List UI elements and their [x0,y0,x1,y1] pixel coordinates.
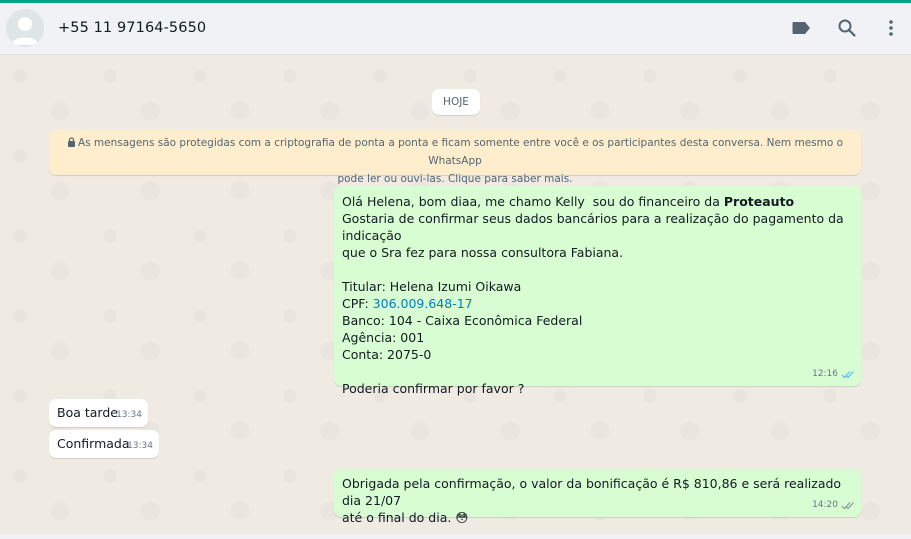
double-check-icon [841,502,854,510]
message-time: 13:34 [116,410,142,420]
encryption-notice[interactable]: As mensagens são protegidas com a cripto… [49,130,861,185]
message-bubble-incoming[interactable]: Boa tarde 13:34 [49,399,148,427]
encryption-notice-line1: As mensagens são protegidas com a cripto… [77,137,844,167]
cpf-label: CPF: [342,296,373,311]
message-bubble-outgoing[interactable]: Olá Helena, bom diaa, me chamo Kelly sou… [334,186,861,396]
avatar[interactable] [6,9,44,47]
flushed-emoji: 😳 [455,510,469,525]
message-text: Boa tarde [57,405,118,420]
message-line: até o final do dia. 😳 [342,509,853,526]
message-meta: 13:34 [116,407,142,424]
cpf-link[interactable]: 306.009.648-17 [373,296,473,311]
message-bubble-outgoing[interactable]: Obrigada pela confirmação, o valor da bo… [334,469,861,525]
message-meta: 14:20 [812,497,855,514]
search-button[interactable] [836,17,858,39]
chat-header: +55 11 97164-5650 [0,3,911,55]
search-icon [838,19,856,37]
lock-icon [67,137,75,147]
default-avatar-icon [6,9,44,47]
message-line: Obrigada pela confirmação, o valor da bo… [342,476,842,508]
message-line: Olá Helena, bom diaa, me chamo Kelly sou… [342,193,853,210]
composer-edge [0,534,911,539]
message-line: CPF: 306.009.648-17 [342,295,853,312]
message-bubble-incoming[interactable]: Confirmada 13:34 [49,430,159,458]
label-button[interactable] [791,17,813,39]
double-check-read-icon [841,371,854,379]
message-line: Gostaria de confirmar seus dados bancári… [342,211,844,243]
message-line: que o Sra fez para nossa consultora Fabi… [342,245,624,260]
message-time: 13:34 [127,441,153,451]
message-line: Agência: 001 [342,330,425,345]
label-icon [792,22,810,34]
message-text: Confirmada [57,436,130,451]
date-chip: HOJE [432,89,480,115]
menu-button[interactable] [880,17,902,39]
message-line: Poderia confirmar por favor ? [342,381,525,396]
message-time: 14:20 [812,500,838,510]
message-line: Banco: 104 - Caixa Econômica Federal [342,313,583,328]
message-meta: 12:16 [812,366,855,383]
message-time: 12:16 [812,369,838,379]
encryption-notice-line1-wrap: As mensagens são protegidas com a cripto… [49,134,861,170]
chat-panel[interactable]: HOJE As mensagens são protegidas com a c… [0,56,911,539]
message-meta: 13:34 [127,438,153,455]
message-text: até o final do dia. [342,510,452,525]
message-text: Olá Helena, bom diaa, me chamo Kelly sou… [342,194,724,209]
message-line: Titular: Helena Izumi Oikawa [342,279,522,294]
menu-icon [889,20,893,36]
contact-name[interactable]: +55 11 97164-5650 [58,20,206,36]
company-name: Proteauto [723,194,795,209]
message-line: Conta: 2075-0 [342,347,432,362]
